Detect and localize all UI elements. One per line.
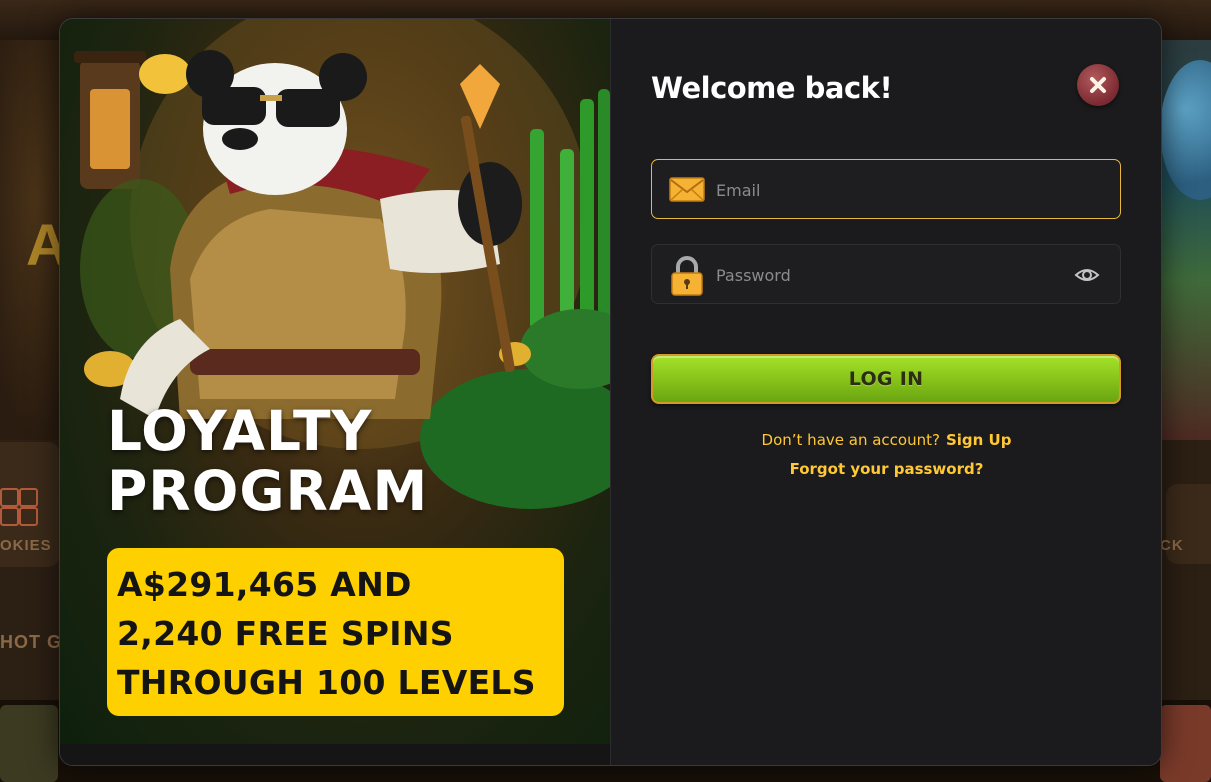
lock-icon [671,256,703,296]
promo-heading-line2: PROGRAM [107,459,429,523]
pokies-icon [0,488,38,526]
category-label-right: CK [1160,537,1184,554]
lantern-graphic [74,51,146,189]
password-field-container[interactable] [651,244,1121,305]
close-icon [1090,77,1106,93]
close-button[interactable] [1077,64,1119,106]
promo-offer-box: A$291,465 AND 2,240 FREE SPINS THROUGH 1… [107,548,564,716]
envelope-icon [669,177,705,202]
eye-icon [1074,269,1100,281]
game-thumbnail[interactable] [0,705,58,782]
game-thumbnail[interactable] [1160,705,1211,782]
no-account-text: Don’t have an account? [761,431,940,449]
password-input[interactable] [714,245,1058,305]
promo-offer-line2: 2,240 FREE SPINS [117,614,454,653]
promo-bottom-bar [60,744,610,765]
forgot-password-link[interactable]: Forgot your password? [611,460,1161,478]
email-input[interactable] [714,160,1058,220]
category-label-pokies: OKIES [0,537,52,554]
login-button[interactable]: LOG IN [651,354,1121,404]
promo-heading: LOYALTY PROGRAM [107,401,547,521]
login-title: Welcome back! [651,71,893,105]
email-field-container[interactable] [651,159,1121,220]
toggle-password-visibility-button[interactable] [1074,262,1100,288]
login-modal: LOYALTY PROGRAM A$291,465 AND 2,240 FREE… [59,18,1162,766]
login-form-panel: Welcome back! Email LOG IN Don’t have an… [610,19,1161,765]
promo-offer-line3: THROUGH 100 LEVELS [117,663,536,702]
promo-offer-line1: A$291,465 AND [117,565,412,604]
loyalty-promo-panel: LOYALTY PROGRAM A$291,465 AND 2,240 FREE… [60,19,610,765]
signup-link[interactable]: Sign Up [946,431,1012,449]
promo-heading-line1: LOYALTY [107,399,373,463]
signup-prompt: Don’t have an account? Sign Up [611,431,1161,449]
